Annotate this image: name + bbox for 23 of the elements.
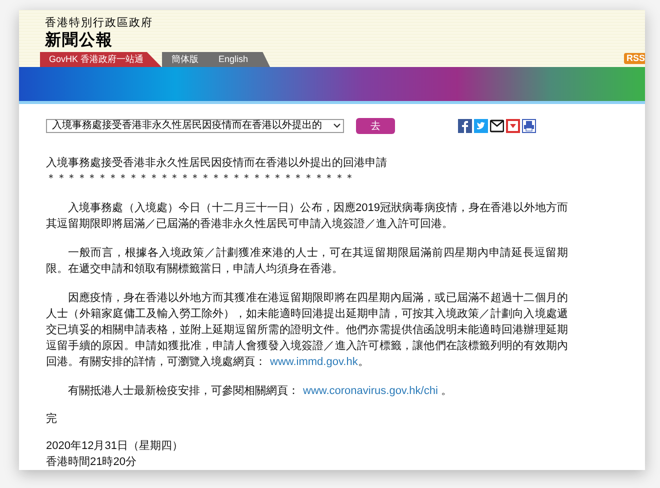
nav-tab[interactable]: GovHK 香港政府一站通: [40, 52, 162, 67]
print-icon[interactable]: [522, 119, 536, 133]
end-mark: 完: [46, 412, 58, 427]
article-headline: 入境事務處接受香港非永久性居民因疫情而在香港以外提出的回港申請: [46, 156, 388, 171]
bookmark-icon[interactable]: [506, 119, 520, 133]
release-date: 2020年12月31日（星期四）: [46, 439, 184, 454]
web-link[interactable]: www.immd.gov.hk: [270, 356, 358, 368]
rss-badge[interactable]: RSS: [624, 53, 645, 64]
mail-icon[interactable]: [490, 119, 504, 133]
nav-tab[interactable]: English: [208, 52, 270, 67]
article-paragraph: 因應疫情，身在香港以外地方而其獲准在港逗留期限即將在四星期內屆滿，或已屆滿不超過十二個月的人士（外籍家庭傭工及輸入勞工除外），如未能適時回港提出延期申請，可按其入境政策／計劃向入境處遞交已填妥的相關申請表格，並附上延期逗留所需的證明文件。他們亦需提供信函說明未能適時回港辦理延期逗留手續的原因。申請如獲批准，申請人會獲發入境簽證／進入許可標籤，讓他們在該標籤列明的有效期內回港。有關安排的詳情，可瀏覽入境處網頁： www.immd.gov.hk。: [46, 290, 568, 370]
article-paragraph: 入境事務處（入境處）今日（十二月三十一日）公布，因應2019冠狀病毒病疫情，身在香港以外地方而其逗留期限即將屆滿／已屆滿的香港非永久性居民可申請入境簽證／進入許可回港。: [46, 200, 568, 232]
article-paragraph: 有關抵港人士最新檢疫安排，可參閱相關網頁： www.coronavirus.gov.hk/chi 。: [67, 384, 453, 399]
nav-tab[interactable]: 簡体版: [162, 52, 209, 67]
facebook-icon[interactable]: [458, 119, 472, 133]
go-button[interactable]: 去: [356, 118, 395, 134]
chevron-down-icon: [333, 123, 341, 129]
page-title: 新聞公報: [45, 30, 114, 51]
release-time: 香港時間21時20分: [46, 454, 138, 470]
department-name: 香港特別行政區政府: [45, 16, 154, 30]
article-paragraph: 一般而言，根據各入境政策／計劃獲准來港的人士，可在其逗留期限屆滿前四星期內申請延長逗留期限。在遞交申請和領取有關標籤當日，申請人均須身在香港。: [46, 246, 568, 277]
web-link[interactable]: www.coronavirus.gov.hk/chi: [303, 385, 438, 397]
star-divider: ＊＊＊＊＊＊＊＊＊＊＊＊＊＊＊＊＊＊＊＊＊＊＊＊＊＊＊＊＊＊: [46, 172, 356, 186]
